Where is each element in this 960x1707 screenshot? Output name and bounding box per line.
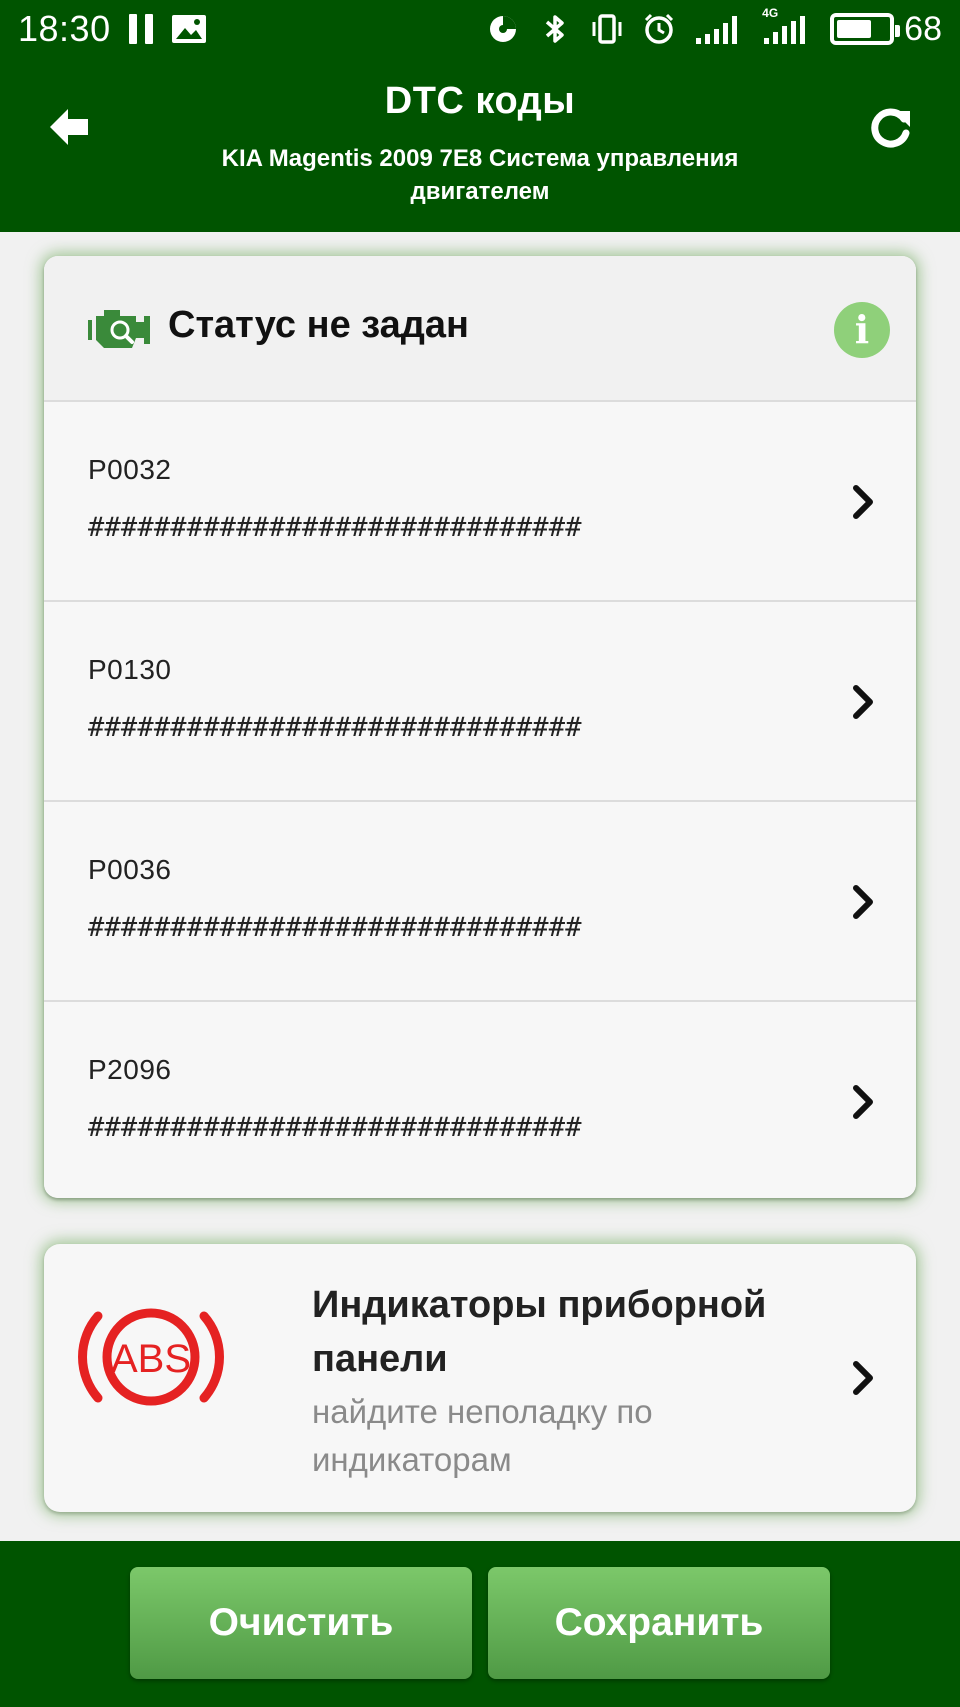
abs-warning-icon: ABS (78, 1308, 224, 1406)
dtc-code: P0032 (88, 454, 172, 485)
vehicle-subtitle: KIA Magentis 2009 7E8 Система управления… (221, 145, 739, 205)
dtc-card-header: Статус не задан i (44, 256, 916, 400)
alarm-icon (645, 13, 674, 44)
page-title: DTC коды (384, 80, 576, 122)
dtc-code-row[interactable]: P2096 ############################## (44, 1000, 916, 1198)
dtc-code-row[interactable]: P0032 ############################## (44, 400, 916, 600)
app-header: DTC коды KIA Magentis 2009 7E8 Система у… (0, 58, 960, 232)
bluetooth-icon (546, 15, 564, 43)
dtc-description: ############################## (88, 712, 582, 743)
check-engine-icon (88, 310, 150, 348)
dtc-list-card: Статус не задан i P0032 ################… (44, 256, 916, 1198)
chevron-right-icon (853, 1361, 873, 1395)
status-bar: 18:30 4G 68 (0, 0, 960, 58)
status-time: 18:30 (18, 8, 111, 49)
dtc-code: P2096 (88, 1054, 172, 1085)
dtc-code-row[interactable]: P0036 ############################## (44, 800, 916, 1000)
signal-icon (696, 16, 738, 44)
signal-4g-icon: 4G (762, 6, 812, 46)
indicators-title: Индикаторы приборной панели (312, 1284, 767, 1380)
dtc-description: ############################## (88, 1112, 582, 1143)
refresh-icon[interactable] (866, 103, 916, 153)
chevron-right-icon (853, 485, 873, 519)
dtc-description: ############################## (88, 912, 582, 943)
chevron-right-icon (853, 685, 873, 719)
dtc-code: P0036 (88, 854, 172, 885)
save-button[interactable]: Сохранить (488, 1567, 830, 1679)
dtc-code: P0130 (88, 654, 172, 685)
dashboard-indicators-card[interactable]: ABS Индикаторы приборной панели найдите … (44, 1244, 916, 1512)
battery-percent: 68 (904, 9, 942, 48)
info-icon[interactable]: i (834, 302, 890, 358)
battery-icon (830, 13, 901, 45)
chevron-right-icon (853, 885, 873, 919)
data-saver-icon (490, 16, 517, 42)
dtc-code-row[interactable]: P0130 ############################## (44, 600, 916, 800)
dtc-description: ############################## (88, 512, 582, 543)
image-notification-icon (171, 15, 206, 43)
indicators-subtitle: найдите неполадку по индикаторам (312, 1393, 653, 1478)
chevron-right-icon (853, 1085, 873, 1119)
dtc-status-text: Статус не задан (168, 304, 469, 346)
vibrate-icon (592, 14, 622, 44)
abs-icon-label: ABS (111, 1337, 191, 1381)
clear-button[interactable]: Очистить (130, 1567, 472, 1679)
pause-icon (128, 14, 153, 44)
bottom-action-bar: Очистить Сохранить (0, 1541, 960, 1707)
